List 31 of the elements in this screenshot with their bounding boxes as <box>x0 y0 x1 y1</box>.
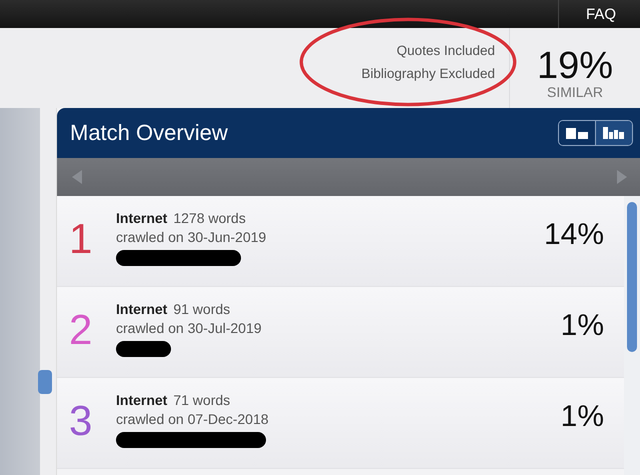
crawl-date: crawled on 07-Dec-2018 <box>116 410 270 429</box>
previous-arrow-icon[interactable] <box>71 169 83 185</box>
bar-chart-icon <box>602 126 626 140</box>
match-percent: 1% <box>560 399 604 434</box>
match-number: 1 <box>69 214 94 262</box>
filter-label: Quotes Included <box>396 43 495 58</box>
source-type: Internet <box>116 210 168 227</box>
match-percent: 14% <box>544 217 604 252</box>
match-percent: 1% <box>560 308 604 343</box>
similarity-label: SIMILAR <box>546 84 603 100</box>
match-row[interactable]: 1 Internet 1278 words crawled on 30-Jun-2019 14% <box>57 196 624 287</box>
filter-label: Bibliography Excluded <box>361 66 495 81</box>
crawl-date: crawled on 30-Jul-2019 <box>116 319 263 338</box>
next-arrow-icon[interactable] <box>616 169 628 185</box>
match-row[interactable]: 2 Internet 91 words crawled on 30-Jul-2019 1% <box>57 287 624 378</box>
match-number: 3 <box>69 396 94 444</box>
blocks-icon <box>565 126 589 140</box>
resize-handle[interactable] <box>38 370 52 394</box>
word-count: 71 words <box>173 392 230 409</box>
word-count: 91 words <box>173 301 230 318</box>
match-number: 2 <box>69 305 94 353</box>
bar-view-button[interactable] <box>595 121 632 145</box>
match-row[interactable]: 3 Internet 71 words crawled on 07-Dec-2018 1% <box>57 378 624 469</box>
similarity-score: 19% <box>536 48 614 84</box>
panel-title: Match Overview <box>70 120 228 146</box>
crawl-date: crawled on 30-Jun-2019 <box>116 228 268 247</box>
source-type: Internet <box>116 301 168 318</box>
scrollbar[interactable] <box>624 196 640 475</box>
source-type: Internet <box>116 392 168 409</box>
word-count: 1278 words <box>173 210 246 227</box>
scroll-thumb[interactable] <box>627 202 637 352</box>
